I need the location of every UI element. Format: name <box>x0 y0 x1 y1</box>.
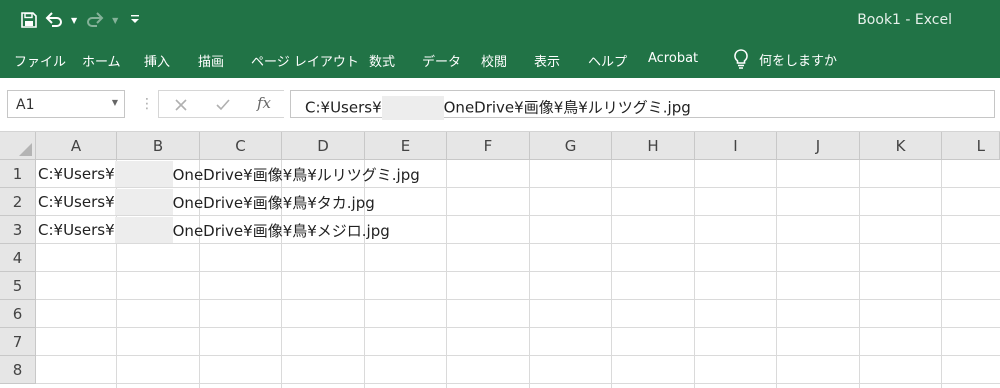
redacted-username <box>381 96 444 120</box>
gridline <box>36 271 1000 272</box>
formula-bar-row: A1 ▼ ⋮ fx C:¥Users¥ OneDrive¥画像¥鳥¥ルリツグミ.j… <box>0 78 1000 132</box>
tab-view[interactable]: 表示 <box>534 51 560 70</box>
cell-a2[interactable]: C:¥Users¥ OneDrive¥画像¥鳥¥タカ.jpg <box>38 188 375 216</box>
cell-a3-suffix: OneDrive¥画像¥鳥¥メジロ.jpg <box>172 221 390 240</box>
select-all-button[interactable] <box>0 132 36 160</box>
column-header-k[interactable]: K <box>860 132 942 160</box>
customize-quick-access-icon[interactable] <box>130 14 140 27</box>
column-header-f[interactable]: F <box>447 132 530 160</box>
name-box[interactable]: A1 ▼ <box>7 90 125 118</box>
gridline <box>36 299 1000 300</box>
column-header-c[interactable]: C <box>200 132 282 160</box>
tab-data[interactable]: データ <box>422 51 461 70</box>
lightbulb-icon <box>734 49 748 69</box>
redacted-username <box>114 189 173 215</box>
tab-page-layout[interactable]: ページ レイアウト <box>251 51 359 70</box>
cell-a1[interactable]: C:¥Users¥ OneDrive¥画像¥鳥¥ルリツグミ.jpg <box>38 160 420 188</box>
tab-draw[interactable]: 描画 <box>198 51 224 70</box>
cancel-icon[interactable] <box>169 94 193 116</box>
tell-me-label: 何をしますか <box>759 53 838 69</box>
tab-file[interactable]: ファイル <box>14 51 66 70</box>
tab-insert[interactable]: 挿入 <box>144 51 170 70</box>
name-box-value: A1 <box>16 97 35 113</box>
row-header-3[interactable]: 3 <box>0 216 36 244</box>
worksheet-grid: A B C D E F G H I J K L 1 2 3 4 5 6 7 8 … <box>0 132 1000 388</box>
enter-check-icon[interactable] <box>211 94 235 116</box>
ribbon-tabs: ファイル ホーム 挿入 描画 ページ レイアウト 数式 データ 校閲 表示 ヘル… <box>0 42 1000 78</box>
column-header-l[interactable]: L <box>942 132 1000 160</box>
formula-input[interactable]: C:¥Users¥ OneDrive¥画像¥鳥¥ルリツグミ.jpg <box>290 90 995 120</box>
tab-acrobat[interactable]: Acrobat <box>648 51 698 66</box>
vertical-dots-icon[interactable]: ⋮ <box>140 96 154 112</box>
gridline <box>941 160 942 388</box>
column-header-d[interactable]: D <box>282 132 365 160</box>
gridline <box>859 160 860 388</box>
row-header-8[interactable]: 8 <box>0 356 36 384</box>
undo-icon[interactable] <box>44 8 64 32</box>
column-header-a[interactable]: A <box>36 132 117 160</box>
redacted-username <box>114 161 173 187</box>
column-header-j[interactable]: J <box>777 132 860 160</box>
cell-a2-suffix: OneDrive¥画像¥鳥¥タカ.jpg <box>172 193 375 212</box>
redo-dropdown-icon[interactable]: ▼ <box>112 16 118 25</box>
save-icon[interactable] <box>20 8 38 32</box>
row-header-1[interactable]: 1 <box>0 160 36 188</box>
gridline <box>611 160 612 388</box>
row-header-7[interactable]: 7 <box>0 328 36 356</box>
chevron-down-icon[interactable]: ▼ <box>112 98 118 107</box>
cell-a2-prefix: C:¥Users¥ <box>38 193 115 211</box>
gridline <box>529 160 530 388</box>
gridline <box>36 355 1000 356</box>
column-header-h[interactable]: H <box>612 132 695 160</box>
gridline <box>36 327 1000 328</box>
gridline <box>446 160 447 388</box>
insert-function-button[interactable]: fx <box>257 94 271 112</box>
select-all-triangle-icon <box>19 143 32 156</box>
formula-value-prefix: C:¥Users¥ <box>305 98 382 117</box>
formula-buttons: fx <box>158 90 284 118</box>
redacted-username <box>114 217 173 243</box>
cell-a1-suffix: OneDrive¥画像¥鳥¥ルリツグミ.jpg <box>172 165 420 184</box>
gridline <box>776 160 777 388</box>
title-bar: ▼ ▼ Book1 - Excel <box>0 0 1000 42</box>
cell-a3[interactable]: C:¥Users¥ OneDrive¥画像¥鳥¥メジロ.jpg <box>38 216 390 244</box>
tell-me-box[interactable]: 何をしますか <box>733 48 837 70</box>
column-header-e[interactable]: E <box>365 132 447 160</box>
tab-formulas[interactable]: 数式 <box>369 51 395 70</box>
formula-value-suffix: OneDrive¥画像¥鳥¥ルリツグミ.jpg <box>443 98 691 117</box>
undo-dropdown-icon[interactable]: ▼ <box>71 16 77 25</box>
column-header-b[interactable]: B <box>117 132 200 160</box>
row-header-5[interactable]: 5 <box>0 272 36 300</box>
tab-home[interactable]: ホーム <box>82 51 121 70</box>
tab-help[interactable]: ヘルプ <box>588 51 627 70</box>
column-header-g[interactable]: G <box>530 132 612 160</box>
redo-icon[interactable] <box>85 8 105 32</box>
gridline <box>694 160 695 388</box>
cell-a3-prefix: C:¥Users¥ <box>38 221 115 239</box>
gridline <box>36 383 1000 384</box>
formula-value: C:¥Users¥ OneDrive¥画像¥鳥¥ルリツグミ.jpg <box>305 96 691 120</box>
window-title: Book1 - Excel <box>857 12 952 28</box>
cell-a1-prefix: C:¥Users¥ <box>38 165 115 183</box>
row-header-4[interactable]: 4 <box>0 244 36 272</box>
row-header-2[interactable]: 2 <box>0 188 36 216</box>
tab-review[interactable]: 校閲 <box>481 51 507 70</box>
column-header-i[interactable]: I <box>695 132 777 160</box>
row-header-6[interactable]: 6 <box>0 300 36 328</box>
quick-access-toolbar: ▼ ▼ <box>20 8 140 32</box>
